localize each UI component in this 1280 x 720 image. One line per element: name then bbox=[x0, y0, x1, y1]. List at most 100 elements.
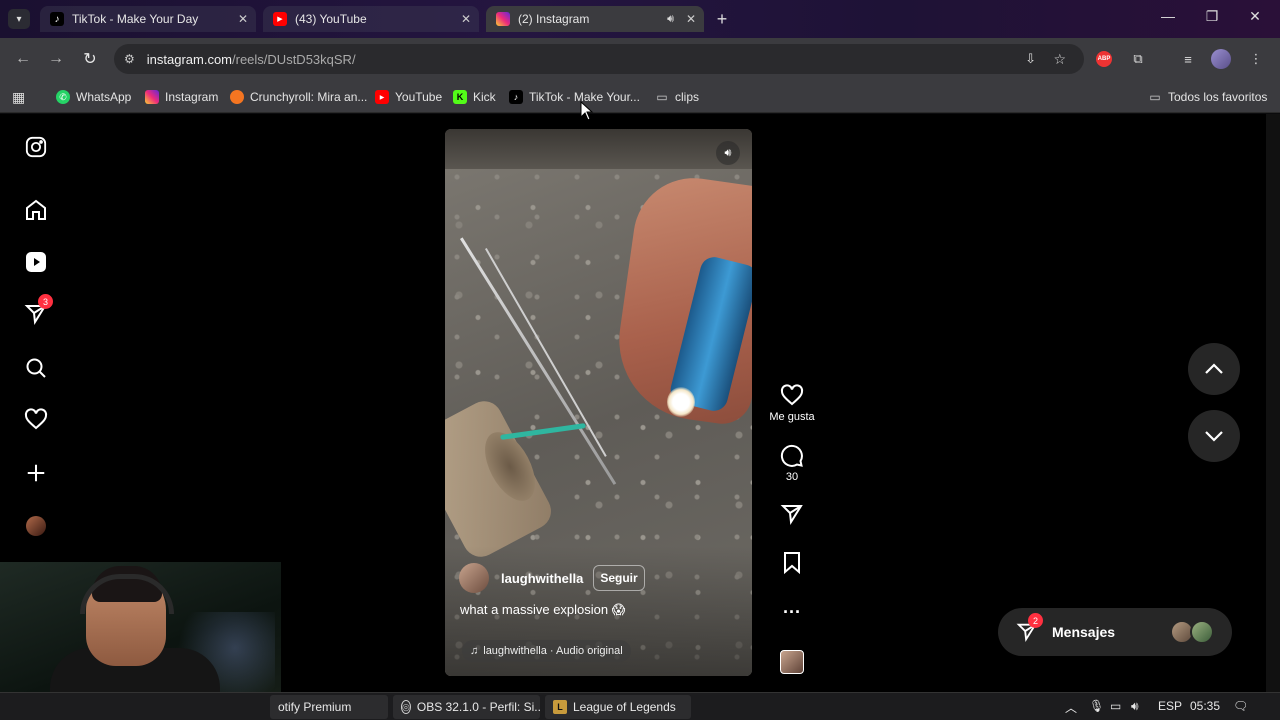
volume-icon[interactable]: 🔊︎ bbox=[716, 141, 740, 165]
menu-icon[interactable]: ⋮ bbox=[1246, 49, 1266, 69]
whatsapp-icon: ✆ bbox=[56, 90, 70, 104]
bookmark-icon bbox=[768, 551, 816, 575]
taskbar-spotify[interactable]: otify Premium bbox=[270, 695, 388, 719]
new-tab-button[interactable]: + bbox=[710, 7, 734, 31]
direct-messages-icon[interactable]: 3 bbox=[22, 294, 53, 328]
share-button[interactable] bbox=[768, 502, 816, 526]
close-window-icon[interactable]: ✕ bbox=[1245, 8, 1265, 25]
network-icon[interactable]: ▭ bbox=[1110, 699, 1121, 713]
clock[interactable]: 05:35 bbox=[1190, 699, 1220, 713]
instagram-logo-icon[interactable] bbox=[22, 133, 50, 161]
author-username[interactable]: laughwithella bbox=[501, 571, 583, 586]
microphone-icon[interactable]: 🎙︎ bbox=[1089, 699, 1104, 713]
language-indicator[interactable]: ESP bbox=[1158, 699, 1182, 713]
chevron-down-icon bbox=[1205, 431, 1223, 442]
audio-label: laughwithella · Audio original bbox=[483, 645, 623, 657]
adblock-plus-icon[interactable]: ABP bbox=[1096, 51, 1112, 67]
headset-icon bbox=[80, 574, 174, 614]
browser-tab-strip: ▾ ♪ TikTok - Make Your Day ✕ ▶ (43) YouT… bbox=[0, 0, 1280, 38]
instagram-icon bbox=[496, 12, 510, 26]
kick-icon: K bbox=[453, 90, 467, 104]
media-controls-icon[interactable]: ≡ bbox=[1178, 49, 1198, 69]
taskbar-obs[interactable]: ◎ OBS 32.1.0 - Perfil: Si... bbox=[393, 695, 540, 719]
previous-reel-button[interactable] bbox=[1188, 343, 1240, 395]
mouse-cursor-icon bbox=[580, 101, 594, 121]
tab-title: (2) Instagram bbox=[518, 12, 590, 26]
tab-instagram[interactable]: (2) Instagram 🔊︎ ✕ bbox=[486, 6, 704, 32]
bookmark-whatsapp[interactable]: ✆ WhatsApp bbox=[56, 87, 131, 107]
messages-button[interactable]: 2 Mensajes bbox=[998, 608, 1232, 656]
create-plus-icon[interactable] bbox=[22, 459, 50, 487]
like-label: Me gusta bbox=[769, 411, 815, 423]
comment-icon bbox=[768, 444, 816, 468]
notifications-icon[interactable]: 🗨︎ bbox=[1233, 699, 1248, 713]
comment-count: 30 bbox=[785, 471, 799, 483]
url-host: instagram.com bbox=[146, 51, 233, 67]
reload-icon[interactable]: ↻ bbox=[79, 48, 101, 70]
crunchyroll-icon bbox=[230, 90, 244, 104]
contact-avatar bbox=[1190, 620, 1214, 644]
like-button[interactable]: Me gusta bbox=[768, 384, 816, 423]
url-path: /reels/DUstD53kqSR/ bbox=[232, 51, 356, 67]
follow-button[interactable]: Seguir bbox=[593, 565, 645, 591]
site-info-icon[interactable]: ⚙ bbox=[124, 52, 135, 66]
messages-badge: 2 bbox=[1028, 613, 1043, 628]
heart-icon bbox=[768, 384, 816, 408]
restore-icon[interactable]: ❐ bbox=[1202, 8, 1222, 25]
tab-title: TikTok - Make Your Day bbox=[72, 12, 199, 26]
author-avatar[interactable] bbox=[459, 563, 489, 593]
tab-title: (43) YouTube bbox=[295, 12, 367, 26]
forward-icon[interactable]: → bbox=[45, 48, 67, 70]
minimize-icon[interactable]: — bbox=[1158, 8, 1178, 24]
reel-video[interactable]: 🔊︎ laughwithella Seguir what a massive e… bbox=[445, 129, 752, 676]
search-icon[interactable] bbox=[22, 354, 50, 382]
profile-avatar[interactable] bbox=[22, 512, 50, 540]
install-app-icon[interactable]: ⇩ bbox=[1025, 51, 1036, 67]
league-icon: L bbox=[553, 700, 567, 714]
folder-icon: ▭ bbox=[656, 90, 668, 104]
apps-grid-icon[interactable]: ▦ bbox=[12, 87, 25, 107]
home-icon[interactable] bbox=[22, 196, 50, 224]
bookmarks-bar: ▦ ✆ WhatsApp Instagram Crunchyroll: Mira … bbox=[0, 80, 1280, 113]
close-icon[interactable]: ✕ bbox=[686, 12, 696, 26]
bookmark-instagram[interactable]: Instagram bbox=[145, 87, 218, 107]
reel-author: laughwithella Seguir bbox=[459, 563, 645, 593]
comment-button[interactable]: 30 bbox=[768, 444, 816, 483]
windows-taskbar: otify Premium ◎ OBS 32.1.0 - Perfil: Si.… bbox=[0, 692, 1280, 720]
profile-avatar[interactable] bbox=[1211, 49, 1231, 69]
tab-search-button[interactable]: ▾ bbox=[8, 9, 30, 29]
extensions-icon[interactable]: ⧉ bbox=[1128, 49, 1148, 69]
bookmark-crunchyroll[interactable]: Crunchyroll: Mira an... bbox=[230, 87, 367, 107]
volume-icon[interactable]: 🔊︎ bbox=[1131, 699, 1139, 714]
chevron-up-icon[interactable]: ︿ bbox=[1065, 699, 1077, 716]
bookmark-kick[interactable]: K Kick bbox=[453, 87, 496, 107]
close-icon[interactable]: ✕ bbox=[461, 12, 471, 26]
folder-icon: ▭ bbox=[1149, 90, 1161, 104]
bookmark-tiktok[interactable]: ♪ TikTok - Make Your... bbox=[509, 87, 640, 107]
taskbar-league[interactable]: L League of Legends bbox=[545, 695, 691, 719]
bookmark-star-icon[interactable]: ☆ bbox=[1053, 51, 1066, 68]
tab-youtube[interactable]: ▶ (43) YouTube ✕ bbox=[263, 6, 479, 32]
back-icon[interactable]: ← bbox=[12, 48, 34, 70]
tab-tiktok[interactable]: ♪ TikTok - Make Your Day ✕ bbox=[40, 6, 256, 32]
bookmark-youtube[interactable]: ▶ YouTube bbox=[375, 87, 442, 107]
reels-icon[interactable] bbox=[22, 248, 50, 276]
tiktok-icon: ♪ bbox=[50, 12, 64, 26]
heart-icon[interactable] bbox=[22, 406, 50, 434]
music-note-icon: ♫ bbox=[470, 645, 479, 657]
all-bookmarks-folder[interactable]: ▭ Todos los favoritos bbox=[1148, 87, 1267, 107]
close-icon[interactable]: ✕ bbox=[238, 12, 248, 26]
chevron-up-icon bbox=[1205, 363, 1223, 374]
speaker-icon[interactable]: 🔊︎ bbox=[667, 13, 674, 26]
more-options-button[interactable]: ··· bbox=[768, 600, 816, 624]
youtube-icon: ▶ bbox=[375, 90, 389, 104]
next-reel-button[interactable] bbox=[1188, 410, 1240, 462]
bookmark-folder-clips[interactable]: ▭ clips bbox=[655, 87, 699, 107]
address-bar[interactable]: ⚙ instagram.com/reels/DUstD53kqSR/ ⇩ ☆ bbox=[114, 44, 1084, 74]
save-button[interactable] bbox=[768, 551, 816, 575]
instagram-icon bbox=[145, 90, 159, 104]
audio-thumbnail[interactable] bbox=[780, 650, 804, 674]
reel-caption: what a massive explosion 😱 bbox=[460, 602, 626, 617]
reel-audio[interactable]: ♫ laughwithella · Audio original bbox=[462, 640, 631, 662]
page-scrollbar[interactable] bbox=[1266, 114, 1280, 692]
